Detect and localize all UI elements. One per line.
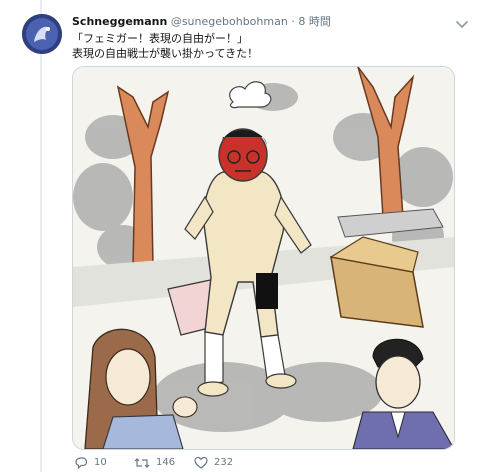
display-name[interactable]: Schneggemann: [72, 15, 167, 28]
avatar[interactable]: [22, 14, 62, 54]
tweet-actions: 10 146 232: [72, 455, 452, 471]
separator-dot: ·: [291, 15, 295, 28]
censor-bar: [256, 273, 278, 309]
tweet-image[interactable]: [72, 66, 455, 450]
tweet-text-line-1: 「フェミガー！表現の自由がー！」: [72, 32, 248, 45]
user-handle[interactable]: @sunegebohbohman: [171, 15, 288, 28]
reply-button[interactable]: 10: [74, 455, 107, 471]
like-count: 232: [214, 457, 234, 468]
retweet-count: 146: [156, 457, 176, 468]
reply-icon: [74, 456, 88, 470]
tweet-header: Schneggemann @sunegebohbohman · 8 時間: [72, 14, 331, 30]
tweet-text: 「フェミガー！表現の自由がー！」 表現の自由戦士が襲い掛かってきた！: [72, 31, 467, 61]
retweet-button[interactable]: 146: [134, 455, 175, 471]
like-button[interactable]: 232: [194, 455, 233, 471]
thread-line: [40, 0, 42, 472]
tweet-text-line-2: 表現の自由戦士が襲い掛かってきた！: [72, 47, 259, 60]
reply-count: 10: [94, 457, 107, 468]
heart-icon: [194, 456, 208, 470]
tweet-time[interactable]: 8 時間: [298, 15, 331, 28]
chevron-down-icon[interactable]: [455, 16, 469, 29]
retweet-icon: [134, 456, 150, 470]
